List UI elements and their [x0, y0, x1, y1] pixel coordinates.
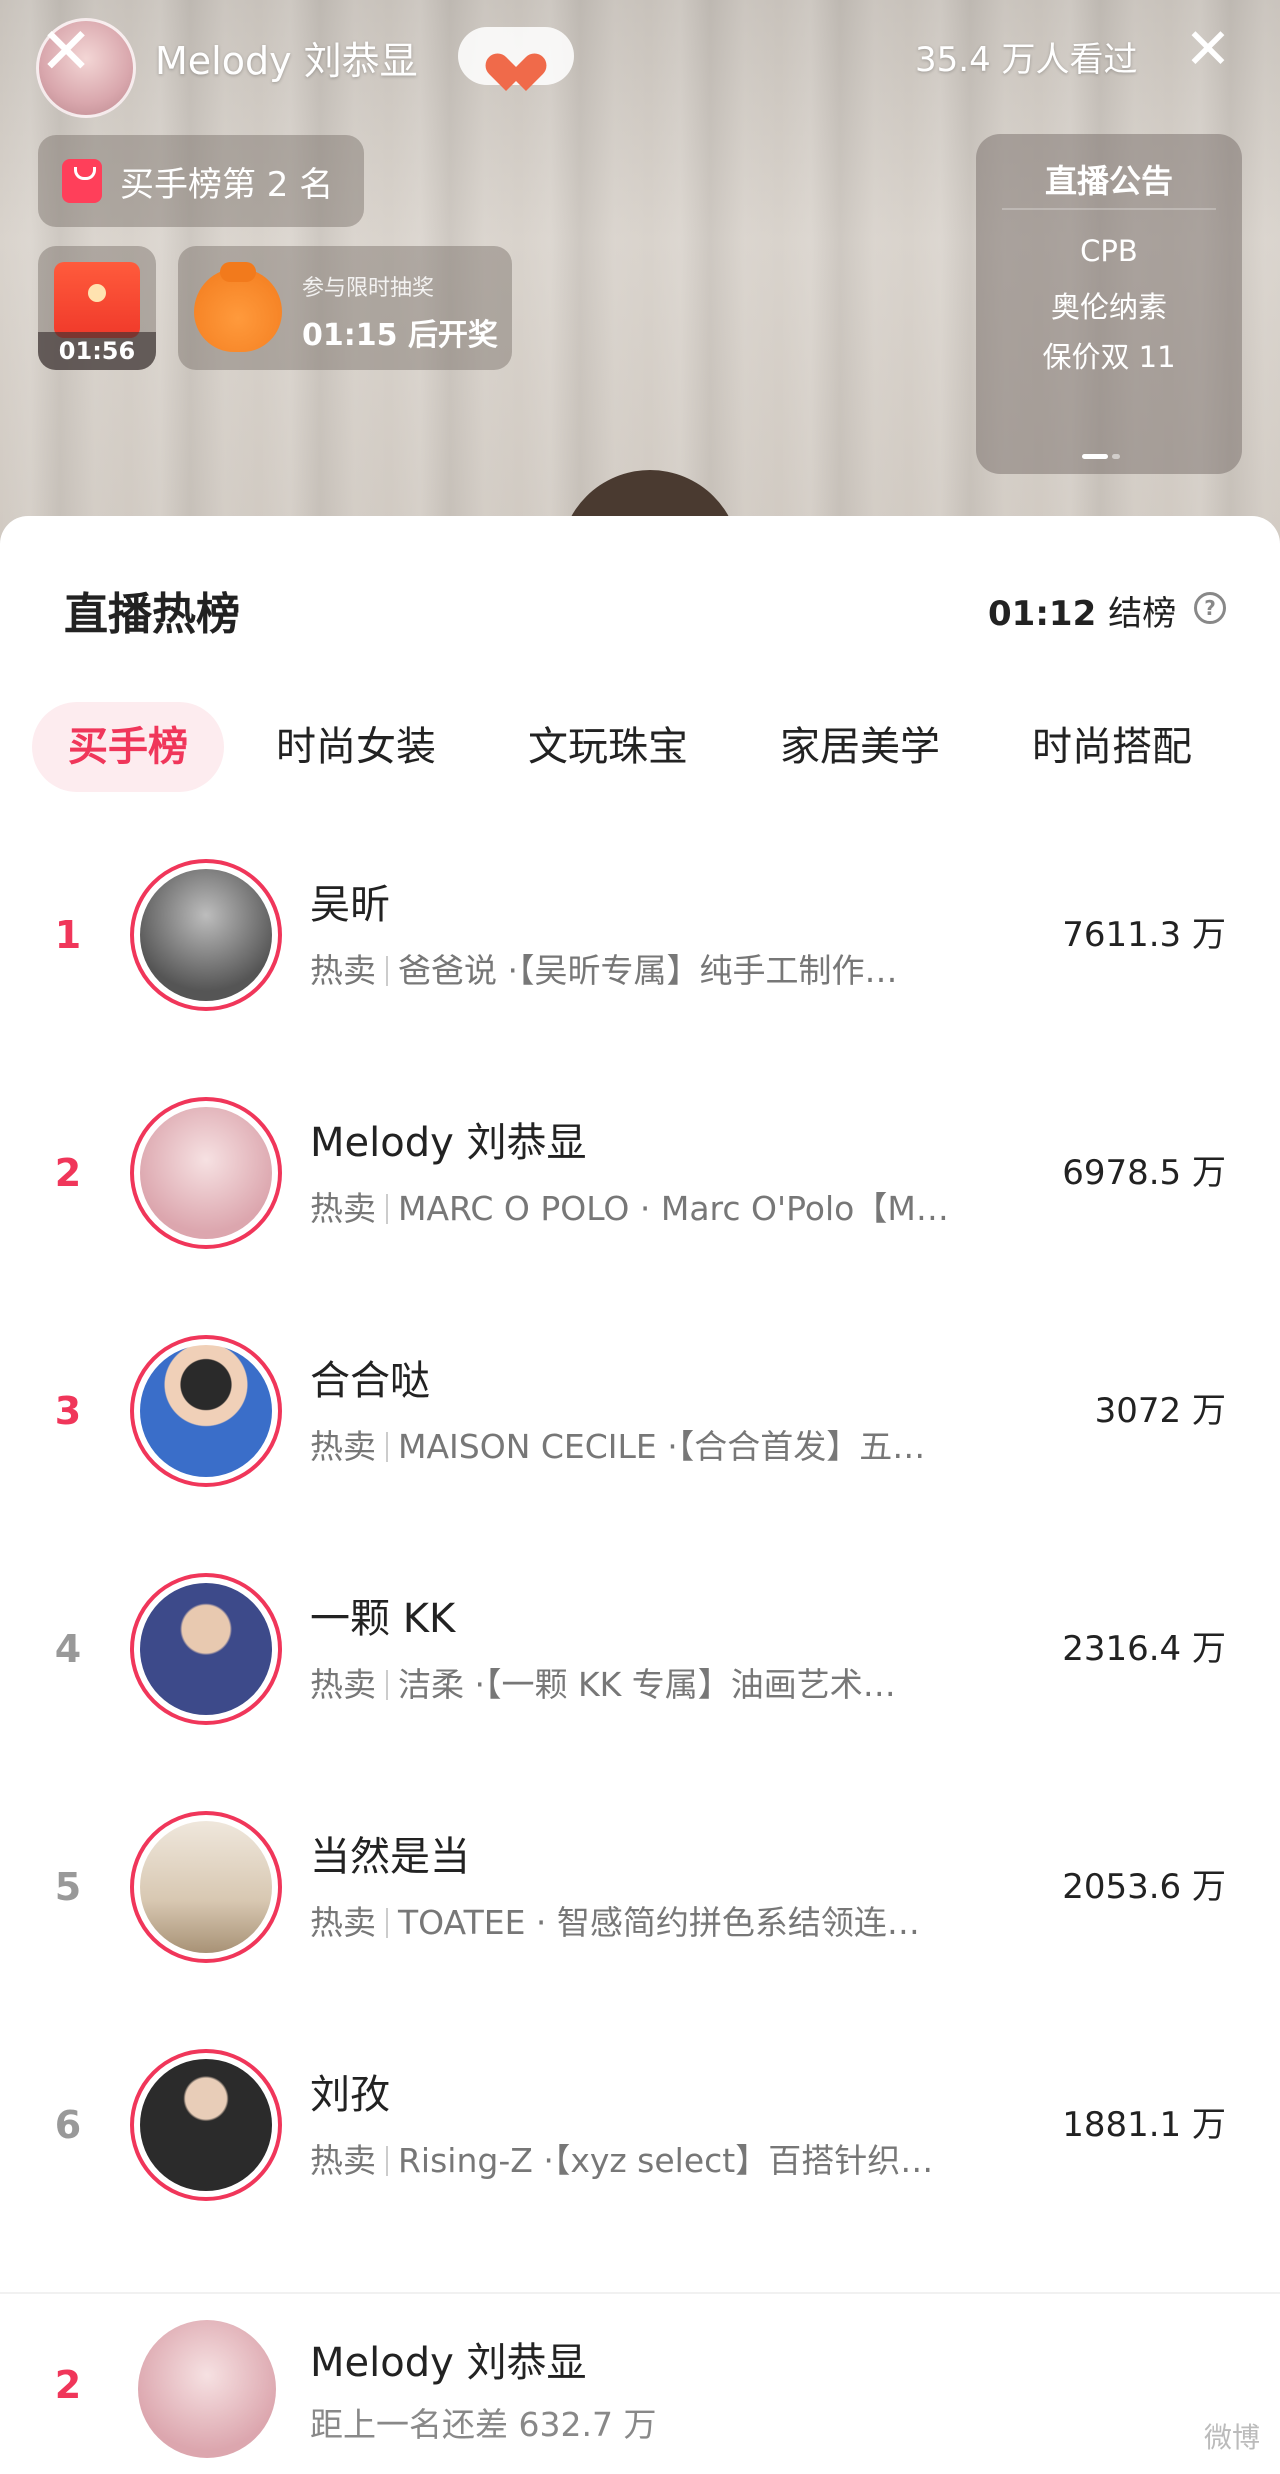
- avatar[interactable]: [138, 2320, 276, 2458]
- avatar[interactable]: [130, 1097, 282, 1249]
- product-desc: 爸爸说 ·【吴昕专属】纯手工制作…: [398, 951, 898, 990]
- red-packet-timer: 01:56: [38, 332, 156, 370]
- tab-collectibles-jewelry[interactable]: 文玩珠宝: [528, 702, 688, 792]
- viewer-count: 35.4 万人看过: [915, 40, 1138, 80]
- countdown-label: 结榜: [1108, 594, 1177, 634]
- my-name: Melody 刘恭显: [310, 2340, 587, 2386]
- notice-line: 保价双 11: [1042, 340, 1176, 374]
- help-icon[interactable]: ?: [1194, 592, 1226, 624]
- notice-divider: [1002, 208, 1216, 210]
- product-desc: TOATEE · 智感简约拼色系结领连…: [398, 1903, 920, 1942]
- streamer-name: Melody 刘恭显: [310, 1120, 587, 1166]
- my-rank-number: 2: [54, 2363, 82, 2407]
- hot-label: 热卖: [310, 951, 376, 990]
- countdown-time: 01:12: [988, 594, 1097, 634]
- rank-row[interactable]: 1 吴昕 热卖 爸爸说 ·【吴昕专属】纯手工制作… 7611.3 万: [0, 816, 1280, 1054]
- notice-title: 直播公告: [1044, 162, 1173, 200]
- gap-to-previous: 距上一名还差 632.7 万: [310, 2405, 657, 2444]
- avatar[interactable]: [130, 859, 282, 1011]
- streamer-name: 合合哒: [310, 1358, 430, 1404]
- sales-value: 6978.5 万: [1062, 1153, 1226, 1193]
- sheet-title: 直播热榜: [64, 589, 240, 640]
- rank-number: 1: [54, 913, 82, 957]
- rank-number: 4: [54, 1627, 82, 1671]
- exit-stream-icon[interactable]: ✕: [1180, 22, 1236, 78]
- hot-product-line: 热卖 TOATEE · 智感简约拼色系结领连…: [310, 1896, 1020, 1944]
- rank-number: 5: [54, 1865, 82, 1909]
- red-packet-icon: [54, 262, 140, 338]
- host-name[interactable]: Melody 刘恭显: [155, 30, 418, 85]
- lottery-widget[interactable]: 参与限时抽奖 01:15 后开奖: [178, 246, 512, 370]
- hot-rank-sheet: 直播热榜 01:12 结榜 ? 买手榜 时尚女装 文玩珠宝 家居美学 时尚搭配 1…: [0, 516, 1280, 2474]
- lottery-countdown: 01:15 后开奖: [302, 318, 498, 353]
- notice-pager-dots: [1082, 454, 1136, 460]
- sales-value: 7611.3 万: [1062, 915, 1226, 955]
- rank-chip-label: 买手榜第 2 名: [120, 164, 334, 205]
- hot-label: 热卖: [310, 1665, 376, 1704]
- follow-button[interactable]: [458, 27, 574, 85]
- close-icon[interactable]: ✕: [36, 20, 96, 84]
- avatar[interactable]: [130, 1573, 282, 1725]
- hot-label: 热卖: [310, 2141, 376, 2180]
- rank-number: 3: [54, 1389, 82, 1433]
- product-desc: Rising-Z ·【xyz select】百搭针织…: [398, 2141, 934, 2180]
- avatar[interactable]: [130, 1811, 282, 1963]
- watermark: 微博: [1203, 2421, 1260, 2454]
- lucky-bag-icon: [194, 262, 282, 352]
- hot-product-line: 热卖 Rising-Z ·【xyz select】百搭针织…: [310, 2134, 1020, 2182]
- hot-product-line: 热卖 洁柔 ·【一颗 KK 专属】油画艺术…: [310, 1658, 1020, 1706]
- tab-buyer[interactable]: 买手榜: [32, 702, 224, 792]
- hot-product-line: 热卖 MARC O POLO · Marc O'Polo【M…: [310, 1182, 1020, 1230]
- sales-value: 2053.6 万: [1062, 1867, 1226, 1907]
- red-packet-widget[interactable]: 01:56: [38, 246, 156, 370]
- sales-value: 1881.1 万: [1062, 2105, 1226, 2145]
- hot-label: 热卖: [310, 1189, 376, 1228]
- rank-number: 2: [54, 1151, 82, 1195]
- heart-icon: [493, 36, 539, 76]
- rank-row[interactable]: 3 合合哒 热卖 MAISON CECILE ·【合合首发】五… 3072 万: [0, 1292, 1280, 1530]
- notice-line: 奥伦纳素: [1050, 290, 1167, 324]
- hot-label: 热卖: [310, 1427, 376, 1466]
- hot-label: 热卖: [310, 1903, 376, 1942]
- sales-value: 3072 万: [1094, 1391, 1226, 1431]
- rank-number: 6: [54, 2103, 82, 2147]
- rank-tabs: 买手榜 时尚女装 文玩珠宝 家居美学 时尚搭配: [32, 702, 1280, 792]
- rank-row[interactable]: 6 刘孜 热卖 Rising-Z ·【xyz select】百搭针织… 1881.…: [0, 2006, 1280, 2244]
- rank-row[interactable]: 5 当然是当 热卖 TOATEE · 智感简约拼色系结领连… 2053.6 万: [0, 1768, 1280, 2006]
- product-desc: MAISON CECILE ·【合合首发】五…: [398, 1427, 926, 1466]
- product-desc: 洁柔 ·【一颗 KK 专属】油画艺术…: [398, 1665, 896, 1704]
- sales-value: 2316.4 万: [1062, 1629, 1226, 1669]
- my-rank-row[interactable]: 2 Melody 刘恭显 距上一名还差 632.7 万 微博: [0, 2292, 1280, 2474]
- rank-row[interactable]: 2 Melody 刘恭显 热卖 MARC O POLO · Marc O'Polo…: [0, 1054, 1280, 1292]
- streamer-name: 刘孜: [310, 2072, 390, 2118]
- shopping-bag-icon: [62, 159, 102, 203]
- streamer-name: 一颗 KK: [310, 1596, 456, 1642]
- hot-product-line: 热卖 MAISON CECILE ·【合合首发】五…: [310, 1420, 1020, 1468]
- tab-fashion-matching[interactable]: 时尚搭配: [1032, 702, 1192, 792]
- tab-home-aesthetics[interactable]: 家居美学: [780, 702, 940, 792]
- live-notice-card[interactable]: 直播公告 CPB 奥伦纳素 保价双 11: [976, 134, 1242, 474]
- rank-countdown: 01:12 结榜: [988, 586, 1176, 635]
- avatar[interactable]: [130, 2049, 282, 2201]
- streamer-name: 当然是当: [310, 1834, 470, 1880]
- tab-fashion-women[interactable]: 时尚女装: [276, 702, 436, 792]
- rank-row[interactable]: 4 一颗 KK 热卖 洁柔 ·【一颗 KK 专属】油画艺术… 2316.4 万: [0, 1530, 1280, 1768]
- stream-top-bar: ✕ Melody 刘恭显 35.4 万人看过 ✕: [0, 0, 1280, 118]
- avatar[interactable]: [130, 1335, 282, 1487]
- notice-line: CPB: [1080, 234, 1138, 268]
- buyer-rank-chip[interactable]: 买手榜第 2 名: [38, 135, 364, 227]
- product-desc: MARC O POLO · Marc O'Polo【M…: [398, 1189, 949, 1228]
- hot-product-line: 热卖 爸爸说 ·【吴昕专属】纯手工制作…: [310, 944, 1020, 992]
- lottery-caption: 参与限时抽奖: [302, 276, 435, 301]
- streamer-name: 吴昕: [310, 882, 390, 928]
